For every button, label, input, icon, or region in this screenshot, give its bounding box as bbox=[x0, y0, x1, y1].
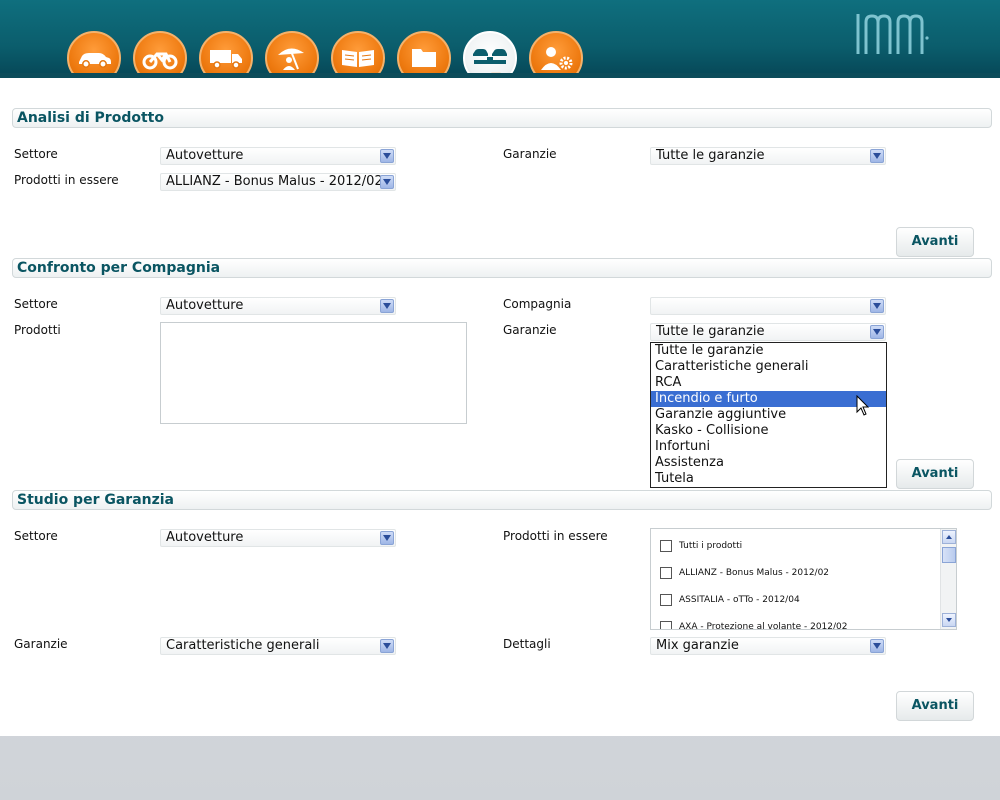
s1-garanzie-value: Tutte le garanzie bbox=[656, 148, 765, 163]
open-book-icon bbox=[342, 50, 374, 67]
s3-settore-value: Autovetture bbox=[166, 530, 244, 545]
checkbox[interactable] bbox=[660, 594, 672, 606]
s2-settore-select[interactable]: Autovetture bbox=[160, 297, 396, 315]
chevron-down-icon bbox=[870, 639, 884, 653]
s2-avanti-button[interactable]: Avanti bbox=[896, 459, 974, 489]
s1-prodotti-label: Prodotti in essere bbox=[14, 173, 119, 187]
mouse-pointer-icon bbox=[856, 395, 870, 416]
s3-garanzie-value: Caratteristiche generali bbox=[166, 638, 320, 653]
s2-settore-label: Settore bbox=[14, 297, 58, 311]
chevron-down-icon bbox=[870, 299, 884, 313]
s2-settore-value: Autovetture bbox=[166, 298, 244, 313]
s3-settore-select[interactable]: Autovetture bbox=[160, 529, 396, 547]
brand-logo-icon bbox=[856, 14, 929, 54]
nav-user-settings-button[interactable] bbox=[529, 31, 583, 78]
s2-garanzie-select[interactable]: Tutte le garanzie bbox=[650, 323, 886, 341]
s3-settore-label: Settore bbox=[14, 529, 58, 543]
dropdown-option[interactable]: Infortuni bbox=[651, 439, 886, 455]
checkbox[interactable] bbox=[660, 540, 672, 552]
list-item-label: ALLIANZ - Bonus Malus - 2012/02 bbox=[679, 568, 830, 578]
s2-prodotti-list[interactable] bbox=[160, 322, 467, 424]
checkbox[interactable] bbox=[660, 621, 672, 629]
chevron-down-icon bbox=[870, 149, 884, 163]
dropdown-option[interactable]: Assistenza bbox=[651, 455, 886, 471]
chevron-down-icon bbox=[380, 175, 394, 189]
checkbox[interactable] bbox=[660, 567, 672, 579]
section-analisi-title: Analisi di Prodotto bbox=[12, 108, 992, 128]
chevron-down-icon bbox=[380, 299, 394, 313]
s3-avanti-button[interactable]: Avanti bbox=[896, 691, 974, 721]
s1-settore-label: Settore bbox=[14, 147, 58, 161]
dropdown-option[interactable]: Tutte le garanzie bbox=[651, 343, 886, 359]
s3-prodotti-label: Prodotti in essere bbox=[503, 529, 608, 543]
list-item-label: AXA - Protezione al volante - 2012/02 bbox=[679, 622, 848, 630]
umbrella-person-icon bbox=[278, 48, 304, 70]
app-header bbox=[0, 0, 1000, 78]
truck-icon bbox=[210, 50, 242, 69]
chevron-down-icon bbox=[870, 325, 884, 339]
s1-garanzie-label: Garanzie bbox=[503, 147, 557, 161]
nav-umbrella-button[interactable] bbox=[265, 31, 319, 78]
scroll-down-button[interactable] bbox=[942, 613, 956, 627]
nav-car-button[interactable] bbox=[67, 31, 121, 78]
nav-comparison-button[interactable] bbox=[463, 31, 517, 78]
s2-garanzie-value: Tutte le garanzie bbox=[656, 324, 765, 339]
garanzie-dropdown-list: Tutte le garanzie Caratteristiche genera… bbox=[650, 342, 887, 488]
s3-dettagli-select[interactable]: Mix garanzie bbox=[650, 637, 886, 655]
section-confronto-title: Confronto per Compagnia bbox=[12, 258, 992, 278]
chevron-down-icon bbox=[380, 149, 394, 163]
dropdown-option-highlighted[interactable]: Incendio e furto bbox=[651, 391, 886, 407]
s1-settore-select[interactable]: Autovetture bbox=[160, 147, 396, 165]
s3-dettagli-label: Dettagli bbox=[503, 637, 551, 651]
s2-garanzie-label: Garanzie bbox=[503, 323, 557, 337]
chevron-down-icon bbox=[380, 639, 394, 653]
car-comparison-icon bbox=[473, 49, 507, 64]
scroll-up-button[interactable] bbox=[942, 530, 956, 544]
scroll-thumb[interactable] bbox=[942, 547, 956, 563]
dropdown-option[interactable]: Kasko - Collisione bbox=[651, 423, 886, 439]
user-gear-icon bbox=[541, 47, 573, 70]
chevron-down-icon bbox=[946, 618, 952, 622]
s1-garanzie-select[interactable]: Tutte le garanzie bbox=[650, 147, 886, 165]
s2-compagnia-label: Compagnia bbox=[503, 297, 572, 311]
s1-avanti-button[interactable]: Avanti bbox=[896, 227, 974, 257]
chevron-up-icon bbox=[946, 535, 952, 539]
s2-compagnia-select[interactable] bbox=[650, 297, 886, 315]
nav-motorcycle-button[interactable] bbox=[133, 31, 187, 78]
motorcycle-icon bbox=[142, 52, 178, 70]
nav-folder-button[interactable] bbox=[397, 31, 451, 78]
dropdown-option[interactable]: Garanzie aggiuntive bbox=[651, 407, 886, 423]
section-studio-title: Studio per Garanzia bbox=[12, 490, 992, 510]
dropdown-option[interactable]: RCA bbox=[651, 375, 886, 391]
nav-book-button[interactable] bbox=[331, 31, 385, 78]
s3-garanzie-label: Garanzie bbox=[14, 637, 68, 651]
list-item-label: ASSITALIA - oTTo - 2012/04 bbox=[679, 595, 800, 605]
s1-settore-value: Autovetture bbox=[166, 148, 244, 163]
listbox-scrollbar[interactable] bbox=[940, 529, 956, 629]
s1-prodotti-value: ALLIANZ - Bonus Malus - 2012/02 bbox=[166, 174, 383, 189]
car-icon bbox=[79, 53, 111, 68]
s1-prodotti-select[interactable]: ALLIANZ - Bonus Malus - 2012/02 bbox=[160, 173, 396, 191]
s3-prodotti-listbox[interactable]: Tutti i prodotti ALLIANZ - Bonus Malus -… bbox=[650, 528, 957, 630]
dropdown-option[interactable]: Caratteristiche generali bbox=[651, 359, 886, 375]
chevron-down-icon bbox=[380, 531, 394, 545]
list-item-label: Tutti i prodotti bbox=[679, 541, 743, 551]
s3-garanzie-select[interactable]: Caratteristiche generali bbox=[160, 637, 396, 655]
s3-dettagli-value: Mix garanzie bbox=[656, 638, 739, 653]
dropdown-option[interactable]: Tutela bbox=[651, 471, 886, 487]
nav-truck-button[interactable] bbox=[199, 31, 253, 78]
s2-prodotti-label: Prodotti bbox=[14, 323, 61, 337]
folder-icon bbox=[412, 49, 436, 67]
